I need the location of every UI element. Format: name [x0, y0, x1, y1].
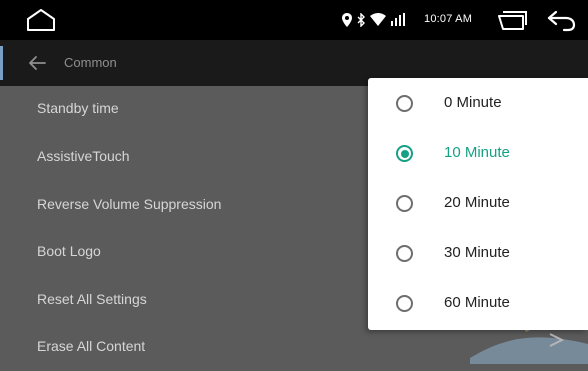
status-time: 10:07 AM	[424, 13, 473, 25]
option-30-minute[interactable]: 30 Minute	[368, 228, 588, 278]
radio-button[interactable]	[396, 195, 413, 212]
radio-button[interactable]	[396, 295, 413, 312]
option-label: 0 Minute	[444, 94, 502, 111]
option-0-minute[interactable]: 0 Minute	[368, 78, 588, 128]
back-nav-icon[interactable]	[546, 10, 576, 32]
page-title: Common	[64, 55, 117, 70]
radio-button[interactable]	[396, 245, 413, 262]
option-label: 30 Minute	[444, 244, 510, 261]
option-20-minute[interactable]: 20 Minute	[368, 178, 588, 228]
status-icons	[342, 12, 406, 28]
home-icon[interactable]	[24, 8, 58, 32]
recents-icon[interactable]	[496, 11, 528, 31]
settings-item-label: Reverse Volume Suppression	[37, 196, 222, 212]
option-label: 10 Minute	[444, 144, 510, 161]
settings-item-label: Standby time	[37, 100, 119, 116]
title-bar-accent	[0, 46, 3, 80]
radio-button-selected[interactable]	[396, 145, 413, 162]
settings-item-label: Boot Logo	[37, 243, 101, 259]
wifi-icon	[370, 13, 386, 26]
location-icon	[342, 13, 352, 27]
bluetooth-icon	[357, 13, 365, 27]
option-60-minute[interactable]: 60 Minute	[368, 278, 588, 328]
settings-item-label: Erase All Content	[37, 338, 146, 354]
option-label: 60 Minute	[444, 294, 510, 311]
settings-item-label: AssistiveTouch	[37, 148, 130, 164]
option-label: 20 Minute	[444, 194, 510, 211]
radio-button[interactable]	[396, 95, 413, 112]
standby-time-popup: 0 Minute 10 Minute 20 Minute 30 Minute 6…	[368, 78, 588, 330]
status-bar: 10:07 AM	[0, 0, 588, 40]
back-arrow-icon[interactable]	[28, 55, 46, 71]
signal-icon	[391, 13, 405, 26]
settings-item-label: Reset All Settings	[37, 291, 147, 307]
option-10-minute[interactable]: 10 Minute	[368, 128, 588, 178]
